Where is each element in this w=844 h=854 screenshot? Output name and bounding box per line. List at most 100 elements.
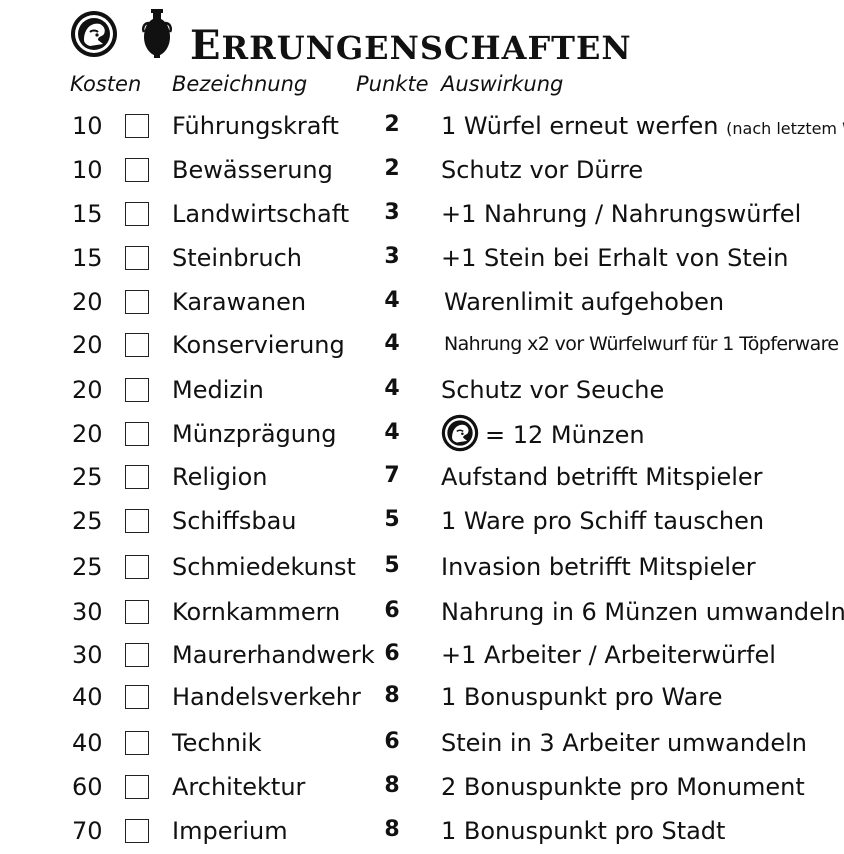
checkbox[interactable] (125, 422, 149, 446)
checkbox[interactable] (125, 819, 149, 843)
checkbox[interactable] (125, 246, 149, 270)
cost-value: 40 (72, 683, 103, 711)
points-value: 6 (384, 729, 400, 754)
list-item: 25 Schmiedekunst 5 Invasion betrifft Mit… (0, 545, 844, 589)
cost-value: 25 (72, 507, 103, 535)
effect-text: +1 Nahrung / Nahrungswürfel (441, 200, 802, 228)
list-item: 30 Maurerhandwerk 6 +1 Arbeiter / Arbeit… (0, 633, 844, 677)
effect-main: = 12 Münzen (485, 421, 645, 449)
points-value: 7 (384, 463, 400, 488)
vase-icon (141, 9, 173, 58)
points-value: 6 (384, 641, 400, 666)
cost-value: 10 (72, 156, 103, 184)
list-item: 20 Medizin 4 Schutz vor Seuche (0, 368, 844, 412)
cost-value: 15 (72, 200, 103, 228)
checkbox[interactable] (125, 378, 149, 402)
points-value: 2 (384, 112, 400, 137)
header: ERRUNGENSCHAFTEN (0, 0, 844, 70)
checkbox[interactable] (125, 600, 149, 624)
advance-name: Medizin (172, 376, 264, 404)
points-value: 4 (384, 288, 400, 313)
effect-text: Schutz vor Dürre (441, 156, 644, 184)
checkbox[interactable] (125, 775, 149, 799)
list-item: 40 Handelsverkehr 8 1 Bonuspunkt pro War… (0, 675, 844, 719)
effect-main: 1 Würfel erneut werfen (441, 112, 719, 140)
checkbox[interactable] (125, 685, 149, 709)
advance-name: Technik (172, 729, 262, 757)
cost-value: 20 (72, 288, 103, 316)
cost-value: 60 (72, 773, 103, 801)
points-value: 2 (384, 156, 400, 181)
list-item: 30 Kornkammern 6 Nahrung in 6 Münzen umw… (0, 590, 844, 634)
coin-icon (441, 414, 479, 452)
effect-text: 1 Bonuspunkt pro Stadt (441, 817, 726, 845)
effect-note: (nach letztem Wurf) (726, 119, 844, 138)
column-header-points: Punkte (356, 72, 429, 96)
list-item: 15 Steinbruch 3 +1 Stein bei Erhalt von … (0, 236, 844, 280)
advance-name: Führungskraft (172, 112, 339, 140)
cost-value: 20 (72, 376, 103, 404)
list-item: 20 Münzprägung 4 = 12 Münzen (0, 412, 844, 456)
list-item: 70 Imperium 8 1 Bonuspunkt pro Stadt (0, 809, 844, 853)
checkbox[interactable] (125, 555, 149, 579)
advance-name: Kornkammern (172, 598, 341, 626)
points-value: 4 (384, 331, 400, 356)
points-value: 5 (384, 553, 400, 578)
advance-name: Imperium (172, 817, 288, 845)
page-title: ERRUNGENSCHAFTEN (190, 22, 632, 69)
checkbox[interactable] (125, 114, 149, 138)
checkbox[interactable] (125, 731, 149, 755)
cost-value: 20 (72, 420, 103, 448)
checkbox[interactable] (125, 465, 149, 489)
advance-name: Landwirtschaft (172, 200, 350, 228)
page-title-rest: RRUNGENSCHAFTEN (221, 29, 632, 67)
effect-text: Stein in 3 Arbeiter umwandeln (441, 729, 807, 757)
checkbox[interactable] (125, 202, 149, 226)
points-value: 4 (384, 376, 400, 401)
advance-name: Handelsverkehr (172, 683, 361, 711)
cost-value: 15 (72, 244, 103, 272)
cost-value: 25 (72, 463, 103, 491)
page-title-initial: E (190, 22, 222, 69)
effect-text: = 12 Münzen (441, 414, 645, 452)
list-item: 20 Karawanen 4 Warenlimit aufgehoben (0, 280, 844, 324)
list-item: 60 Architektur 8 2 Bonuspunkte pro Monum… (0, 765, 844, 809)
effect-text: +1 Arbeiter / Arbeiterwürfel (441, 641, 776, 669)
column-header-cost: Kosten (70, 72, 142, 96)
points-value: 5 (384, 507, 400, 532)
points-value: 6 (384, 598, 400, 623)
checkbox[interactable] (125, 643, 149, 667)
list-item: 20 Konservierung 4 Nahrung x2 vor Würfel… (0, 323, 844, 367)
list-item: 10 Führungskraft 2 1 Würfel erneut werfe… (0, 104, 844, 148)
effect-text: Invasion betrifft Mitspieler (441, 553, 756, 581)
cost-value: 30 (72, 598, 103, 626)
advance-name: Architektur (172, 773, 306, 801)
advance-name: Bewässerung (172, 156, 333, 184)
points-value: 8 (384, 817, 400, 842)
list-item: 10 Bewässerung 2 Schutz vor Dürre (0, 148, 844, 192)
list-item: 40 Technik 6 Stein in 3 Arbeiter umwande… (0, 721, 844, 765)
points-value: 3 (384, 200, 400, 225)
advance-name: Karawanen (172, 288, 307, 316)
cost-value: 10 (72, 112, 103, 140)
effect-text: +1 Stein bei Erhalt von Stein (441, 244, 789, 272)
effect-text: Nahrung in 6 Münzen umwandeln (441, 598, 844, 626)
effect-text: 1 Bonuspunkt pro Ware (441, 683, 723, 711)
cost-value: 70 (72, 817, 103, 845)
effect-text: 1 Würfel erneut werfen (nach letztem Wur… (441, 112, 844, 140)
points-value: 4 (384, 420, 400, 445)
effect-text: Schutz vor Seuche (441, 376, 665, 404)
points-value: 8 (384, 683, 400, 708)
points-value: 8 (384, 773, 400, 798)
checkbox[interactable] (125, 333, 149, 357)
advance-name: Konservierung (172, 331, 345, 359)
checkbox[interactable] (125, 158, 149, 182)
column-header-name: Bezeichnung (172, 72, 308, 96)
advance-name: Schiffsbau (172, 507, 297, 535)
checkbox[interactable] (125, 509, 149, 533)
effect-text: Warenlimit aufgehoben (444, 288, 725, 316)
advance-name: Steinbruch (172, 244, 303, 272)
effect-text: 1 Ware pro Schiff tauschen (441, 507, 765, 535)
checkbox[interactable] (125, 290, 149, 314)
effect-text: Nahrung x2 vor Würfelwurf für 1 Töpferwa… (444, 333, 839, 355)
